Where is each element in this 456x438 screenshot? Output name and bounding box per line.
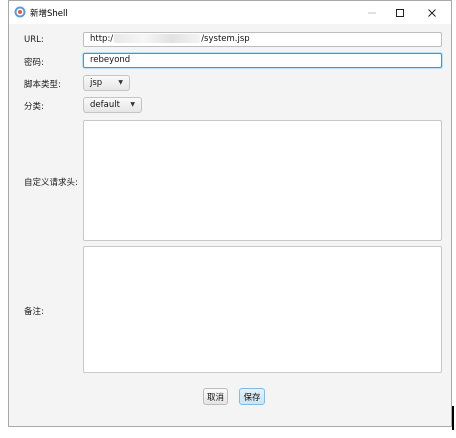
- title-bar: 新增Shell: [9, 1, 451, 24]
- app-logo-icon: [14, 6, 26, 18]
- save-button[interactable]: 保存: [239, 388, 265, 405]
- new-shell-dialog: 新增Shell URL: http:/ /system.jsp 密码: rebey…: [8, 0, 452, 427]
- notes-textarea[interactable]: [83, 246, 442, 373]
- password-field[interactable]: rebeyond: [83, 53, 442, 68]
- headers-textarea[interactable]: [83, 120, 442, 241]
- close-icon: [428, 8, 436, 17]
- category-label: 分类:: [24, 102, 44, 112]
- script-type-select[interactable]: jsp ▼: [83, 75, 130, 91]
- maximize-icon: [396, 8, 404, 17]
- headers-label: 自定义请求头:: [24, 178, 78, 188]
- url-field[interactable]: http:/ /system.jsp: [83, 32, 442, 47]
- text-cursor: [452, 406, 454, 430]
- script-type-label: 脚本类型:: [24, 80, 61, 90]
- category-select[interactable]: default ▼: [83, 97, 142, 113]
- chevron-down-icon: ▼: [118, 79, 123, 86]
- url-label: URL:: [24, 35, 44, 45]
- minimize-button[interactable]: [358, 1, 386, 24]
- url-prefix: http:/: [90, 34, 114, 44]
- minimize-icon: [368, 12, 376, 13]
- password-label: 密码:: [24, 58, 44, 68]
- category-value: default: [90, 100, 120, 110]
- url-suffix: /system.jsp: [201, 34, 250, 44]
- window-title: 新增Shell: [30, 9, 68, 19]
- notes-label: 备注:: [24, 307, 44, 317]
- close-button[interactable]: [418, 1, 446, 24]
- cancel-button[interactable]: 取消: [203, 388, 228, 405]
- redacted-host: [114, 34, 201, 43]
- chevron-down-icon: ▼: [130, 101, 135, 108]
- script-type-value: jsp: [90, 78, 103, 88]
- maximize-button[interactable]: [386, 1, 414, 24]
